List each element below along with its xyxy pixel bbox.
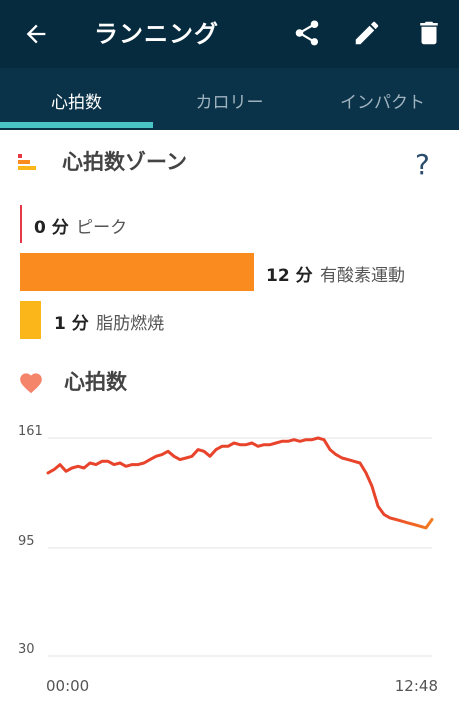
tab-bar: 心拍数 カロリー インパクト — [0, 68, 459, 130]
y-tick-label: 95 — [18, 534, 35, 549]
tab-heart-rate[interactable]: 心拍数 — [0, 88, 153, 113]
zone-name-fat-burn: 脂肪燃焼 — [96, 314, 165, 334]
heart-rate-chart: 161 95 30 00:00 12:48 — [18, 424, 438, 695]
back-arrow-icon[interactable] — [22, 20, 50, 48]
zone-value-fat-burn: 1 分 — [54, 314, 89, 334]
zone-bar-cardio — [20, 253, 254, 291]
y-tick-label: 30 — [18, 642, 35, 657]
zone-name-cardio: 有酸素運動 — [319, 266, 405, 286]
help-icon[interactable]: ? — [415, 148, 430, 181]
heart-icon — [20, 373, 42, 394]
page-title: ランニング — [94, 20, 219, 48]
zone-bar-fat-burn — [20, 301, 41, 339]
x-tick-start: 00:00 — [46, 677, 89, 695]
heart-rate-title: 心拍数 — [64, 370, 127, 394]
zone-name-peak: ピーク — [76, 218, 128, 238]
tab-calories[interactable]: カロリー — [153, 88, 306, 113]
zone-bar-peak — [20, 205, 22, 243]
zone-label-peak: 0 分 ピーク — [34, 213, 127, 238]
x-tick-end: 12:48 — [395, 677, 438, 695]
zone-value-peak: 0 分 — [34, 218, 69, 238]
share-icon[interactable] — [292, 18, 322, 48]
active-tab-indicator — [0, 122, 153, 128]
zone-label-cardio: 12 分 有酸素運動 — [266, 261, 405, 286]
tab-impact[interactable]: インパクト — [306, 88, 459, 113]
heart-rate-series-line — [46, 436, 434, 530]
zone-value-cardio: 12 分 — [266, 266, 313, 286]
trash-icon[interactable] — [414, 18, 444, 48]
zone-bars-icon — [18, 154, 36, 170]
edit-pencil-icon[interactable] — [352, 18, 382, 48]
zones-title: 心拍数ゾーン — [62, 150, 187, 174]
y-tick-label: 161 — [18, 424, 43, 439]
zone-label-fat-burn: 1 分 脂肪燃焼 — [54, 309, 164, 334]
app-bar: ランニング — [0, 0, 459, 68]
